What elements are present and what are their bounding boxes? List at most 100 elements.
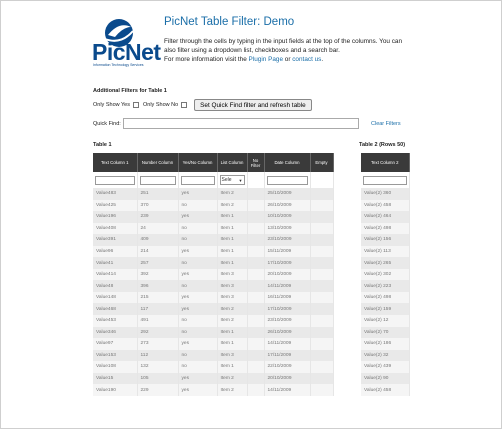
table-cell: 251: [137, 188, 179, 200]
table-cell: 26/10/2009: [264, 326, 311, 339]
table-cell: 491: [137, 315, 179, 327]
contact-us-link[interactable]: contact us: [292, 56, 321, 63]
text-column-filter-input[interactable]: [95, 175, 135, 185]
table-cell: Value(2) 458: [361, 384, 410, 396]
col-header-nofilter[interactable]: No Filter: [247, 153, 265, 172]
page: PicNet Information Technology Services P…: [0, 0, 502, 429]
table-cell: [247, 245, 265, 258]
table-row: Value190 229 yes Item 2 14/11/2009: [93, 384, 334, 396]
table-cell: 22/10/2009: [264, 361, 311, 373]
table-cell: Value(2) 498: [361, 291, 410, 304]
col-header-list[interactable]: List Column: [217, 153, 248, 172]
table-row: Value96 214 yes Item 1 15/11/2009: [93, 245, 334, 258]
table-cell: 292: [137, 326, 179, 339]
intro-mid: or: [283, 56, 293, 63]
table-cell: Value(2) 186: [361, 338, 410, 350]
table-row: Value48 396 no Item 3 14/11/2009: [93, 280, 334, 292]
col-header-text[interactable]: Text Column 1: [93, 153, 138, 172]
table-cell: Value391: [93, 234, 138, 246]
table-cell: yes: [178, 372, 218, 385]
clear-filters-link[interactable]: Clear Filters: [371, 121, 401, 127]
table-cell: Item 2: [217, 384, 248, 396]
yesno-column-filter-input[interactable]: [180, 175, 215, 185]
table-cell: 17/11/2009: [264, 349, 311, 362]
table-cell: 13/10/2009: [264, 222, 311, 235]
col-header-number[interactable]: Number Column: [137, 153, 179, 172]
table-row: Value(2) 186: [361, 338, 410, 350]
table-row: Value153 112 no Item 3 17/11/2009: [93, 349, 334, 362]
table-row: Value346 292 no Item 1 26/10/2009: [93, 326, 334, 339]
table-cell: [247, 291, 265, 304]
table-cell: Item 1: [217, 361, 248, 373]
table-cell: [247, 372, 265, 385]
table-cell: [310, 268, 334, 281]
table-cell: Value(2) 360: [361, 188, 410, 200]
table-cell: [247, 349, 265, 362]
list-column-filter-select[interactable]: Sele ▼: [219, 175, 245, 185]
only-no-checkbox[interactable]: [181, 102, 188, 108]
table-cell: Value414: [93, 268, 138, 281]
table-cell: no: [178, 326, 218, 339]
table-row: Value425 370 no Item 2 26/10/2009: [93, 199, 334, 212]
table1: Text Column 1 Number Column Yes/No Colum…: [93, 153, 334, 396]
plugin-page-link[interactable]: Plugin Page: [249, 56, 283, 63]
table-cell: Item 1: [217, 211, 248, 223]
table-row: Value(2) 156: [361, 234, 410, 246]
table-cell: 273: [137, 338, 179, 350]
table-cell: Item 1: [217, 222, 248, 235]
table-cell: [247, 222, 265, 235]
table-row: Value414 392 yes Item 3 20/10/2009: [93, 268, 334, 281]
table-cell: [310, 188, 334, 200]
table-cell: 26/10/2009: [264, 199, 311, 212]
table-row: Value(2) 12: [361, 315, 410, 327]
table-cell: [310, 326, 334, 339]
only-yes-checkbox[interactable]: [133, 102, 139, 108]
additional-filters-heading: Additional Filters for Table 1: [93, 88, 167, 94]
table-row: Value41 257 no Item 1 17/10/2009: [93, 257, 334, 269]
table-cell: Item 3: [217, 291, 248, 304]
table2-title: Table 2 (Rows 50): [359, 142, 406, 148]
table-cell: [247, 199, 265, 212]
only-no-label: Only Show No: [143, 102, 179, 108]
table-cell: [247, 268, 265, 281]
table-cell: 112: [137, 349, 179, 362]
table2-filter-row: [361, 172, 410, 188]
table-row: Value(2) 458: [361, 384, 410, 396]
col-header-yesno[interactable]: Yes/No Column: [178, 153, 218, 172]
table-cell: 15/11/2009: [264, 245, 311, 258]
table-cell: [247, 384, 265, 396]
table-cell: Value(2) 498: [361, 222, 410, 235]
table-cell: Value(2) 113: [361, 245, 410, 258]
table-cell: Value468: [93, 303, 138, 316]
date-column-filter-input[interactable]: [266, 175, 308, 185]
text-column2-filter-input[interactable]: [363, 175, 407, 185]
table-cell: [310, 384, 334, 396]
col-header-date[interactable]: Date Column: [264, 153, 311, 172]
table-row: Value15 105 yes Item 2 20/10/2009: [93, 372, 334, 385]
quick-find-input[interactable]: [123, 118, 359, 129]
table-cell: 229: [137, 384, 179, 396]
set-quick-find-button[interactable]: Set Quick Find filter and refresh table: [194, 99, 312, 111]
table-cell: Value(2) 265: [361, 257, 410, 269]
table-row: Value483 251 yes Item 2 25/10/2009: [93, 188, 334, 200]
table-cell: [310, 245, 334, 258]
table-cell: Value153: [93, 349, 138, 362]
table-cell: 257: [137, 257, 179, 269]
table-row: Value(2) 70: [361, 326, 410, 339]
table-cell: no: [178, 222, 218, 235]
col-header-empty[interactable]: Empty: [310, 153, 334, 172]
table-cell: no: [178, 280, 218, 292]
table-cell: Value190: [93, 384, 138, 396]
table-cell: Item 3: [217, 349, 248, 362]
table-cell: Value346: [93, 326, 138, 339]
table-row: Value108 132 no Item 1 22/10/2009: [93, 361, 334, 373]
table-cell: [247, 257, 265, 269]
col-header-text2[interactable]: Text Column 2: [361, 153, 410, 172]
table-cell: 14/11/2009: [264, 338, 311, 350]
table-cell: 132: [137, 361, 179, 373]
number-column-filter-input[interactable]: [139, 175, 176, 185]
table-cell: no: [178, 315, 218, 327]
table-cell: Value408: [93, 222, 138, 235]
table-cell: 17/10/2009: [264, 257, 311, 269]
table-row: Value(2) 113: [361, 245, 410, 258]
